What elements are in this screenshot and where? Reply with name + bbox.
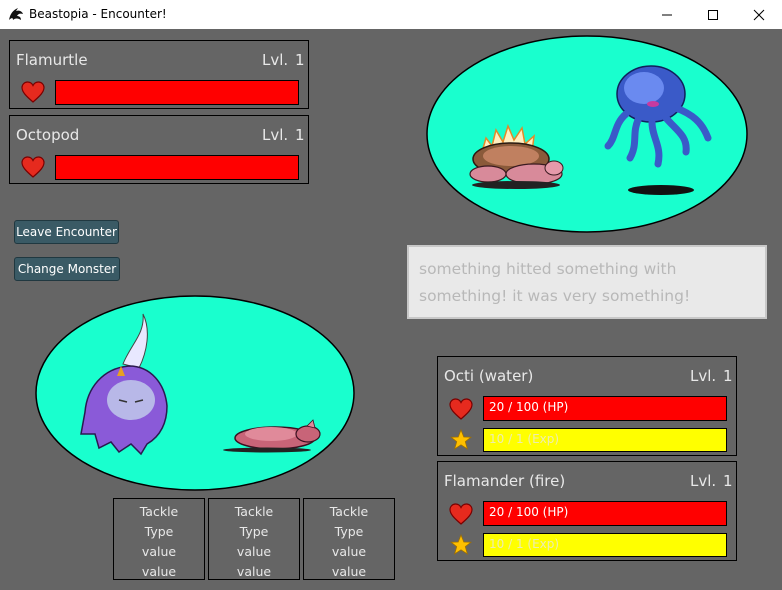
title-bar: Beastopia - Encounter!	[0, 0, 782, 29]
level-label: Lvl.	[262, 51, 289, 69]
dragon-icon	[9, 8, 23, 20]
heart-icon	[21, 81, 45, 103]
enemy-hp-bar	[55, 155, 299, 180]
exp-bar: 10 / 1 (Exp)	[483, 428, 727, 452]
move-name: Tackle	[139, 504, 179, 519]
move-button[interactable]: Tackle Type value value	[208, 498, 300, 580]
level-value: 1	[723, 472, 733, 490]
enemy-panel: Flamurtle Lvl. 1	[9, 40, 309, 109]
move-name: Tackle	[234, 504, 274, 519]
minimize-icon	[662, 14, 672, 15]
minimize-button[interactable]	[644, 0, 690, 29]
enemy-arena	[426, 35, 748, 233]
heart-icon	[449, 503, 473, 525]
team-panel: Octi (water) Lvl. 1 20 / 100 (HP) 10 / 1…	[437, 356, 737, 456]
move-value: value	[141, 564, 177, 579]
hp-text: 20 / 100 (HP)	[489, 505, 569, 519]
monster-name: Octi (water)	[444, 367, 534, 385]
exp-text: 10 / 1 (Exp)	[489, 537, 560, 551]
level-label: Lvl.	[262, 126, 289, 144]
battle-log-text: something hitted something with somethin…	[419, 260, 691, 305]
heart-icon	[21, 156, 45, 178]
star-icon	[450, 429, 472, 450]
enemy-name: Flamurtle	[16, 51, 88, 69]
level-value: 1	[295, 126, 305, 144]
move-type: Type	[144, 524, 174, 539]
change-monster-button[interactable]: Change Monster	[14, 257, 120, 281]
move-value: value	[141, 544, 177, 559]
hp-bar: 20 / 100 (HP)	[483, 396, 727, 421]
move-value: value	[331, 544, 367, 559]
player-arena	[35, 295, 355, 491]
enemy-panel: Octopod Lvl. 1	[9, 115, 309, 184]
maximize-button[interactable]	[690, 0, 736, 29]
level-value: 1	[295, 51, 305, 69]
move-type: Type	[334, 524, 364, 539]
heart-icon	[449, 398, 473, 420]
battle-log: something hitted something with somethin…	[407, 245, 767, 319]
star-icon	[450, 534, 472, 555]
move-type: Type	[239, 524, 269, 539]
move-button[interactable]: Tackle Type value value	[303, 498, 395, 580]
team-panel: Flamander (fire) Lvl. 1 20 / 100 (HP) 10…	[437, 461, 737, 561]
enemy-name: Octopod	[16, 126, 80, 144]
level-label: Lvl.	[690, 472, 717, 490]
enemy-hp-bar	[55, 80, 299, 105]
hp-text: 20 / 100 (HP)	[489, 400, 569, 414]
monster-name: Flamander (fire)	[444, 472, 566, 490]
close-icon	[753, 9, 765, 20]
level-label: Lvl.	[690, 367, 717, 385]
hp-bar: 20 / 100 (HP)	[483, 501, 727, 526]
move-button[interactable]: Tackle Type value value	[113, 498, 205, 580]
move-value: value	[236, 564, 272, 579]
exp-bar: 10 / 1 (Exp)	[483, 533, 727, 557]
window-title: Beastopia - Encounter!	[29, 7, 167, 21]
maximize-icon	[708, 9, 718, 20]
move-name: Tackle	[329, 504, 369, 519]
level-value: 1	[723, 367, 733, 385]
move-value: value	[331, 564, 367, 579]
leave-encounter-button[interactable]: Leave Encounter	[14, 220, 119, 244]
exp-text: 10 / 1 (Exp)	[489, 432, 560, 446]
close-button[interactable]	[736, 0, 782, 29]
move-value: value	[236, 544, 272, 559]
